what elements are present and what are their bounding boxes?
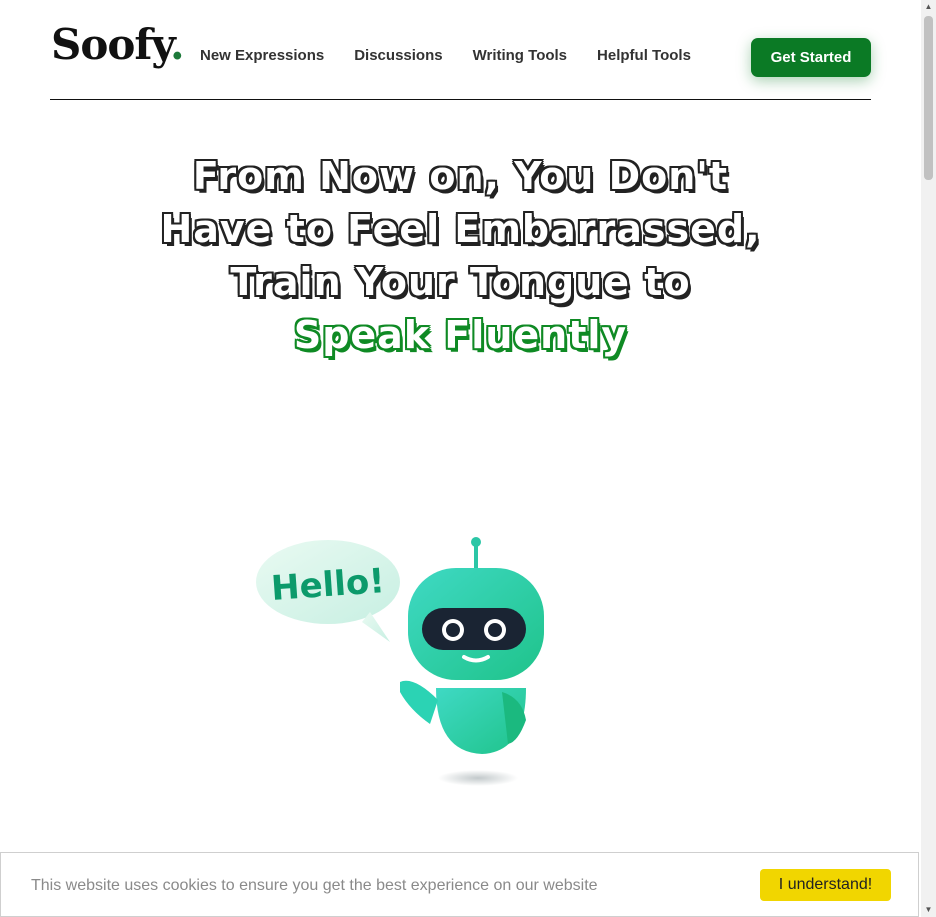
scrollbar-thumb[interactable] bbox=[924, 16, 933, 180]
speech-bubble: Hello! bbox=[256, 540, 400, 642]
logo[interactable]: Soofy. bbox=[51, 20, 185, 69]
vertical-scrollbar[interactable]: ▲ ▼ bbox=[921, 0, 936, 917]
nav-item-discussions[interactable]: Discussions bbox=[354, 47, 442, 64]
robot-illustration: Hello! bbox=[250, 530, 560, 800]
hero-line-1: From Now on, You Don't bbox=[192, 154, 729, 198]
main-nav: New Expressions Discussions Writing Tool… bbox=[200, 47, 691, 64]
nav-item-new-expressions[interactable]: New Expressions bbox=[200, 47, 324, 64]
cookie-message: This website uses cookies to ensure you … bbox=[31, 877, 598, 894]
get-started-button[interactable]: Get Started bbox=[751, 38, 871, 77]
nav-item-helpful-tools[interactable]: Helpful Tools bbox=[597, 47, 691, 64]
hero-line-3: Train Your Tongue to bbox=[230, 260, 691, 304]
hero-accent-line: Speak Fluently bbox=[293, 313, 628, 357]
cookie-accept-button[interactable]: I understand! bbox=[760, 869, 891, 901]
robot-mascot-icon: Hello! bbox=[256, 537, 544, 786]
page: Soofy. New Expressions Discussions Writi… bbox=[0, 0, 921, 917]
logo-text: Soofy bbox=[51, 20, 171, 69]
logo-dot: . bbox=[170, 20, 185, 69]
hero-line-2: Have to Feel Embarrassed, bbox=[160, 207, 761, 251]
speech-bubble-text: Hello! bbox=[270, 561, 386, 609]
scroll-up-arrow-icon[interactable]: ▲ bbox=[921, 0, 936, 14]
scroll-down-arrow-icon[interactable]: ▼ bbox=[921, 903, 936, 917]
hero-heading: From Now on, You Don't Have to Feel Emba… bbox=[0, 150, 921, 362]
nav-item-writing-tools[interactable]: Writing Tools bbox=[473, 47, 567, 64]
cookie-banner: This website uses cookies to ensure you … bbox=[0, 852, 919, 917]
site-header: Soofy. New Expressions Discussions Writi… bbox=[50, 0, 871, 100]
